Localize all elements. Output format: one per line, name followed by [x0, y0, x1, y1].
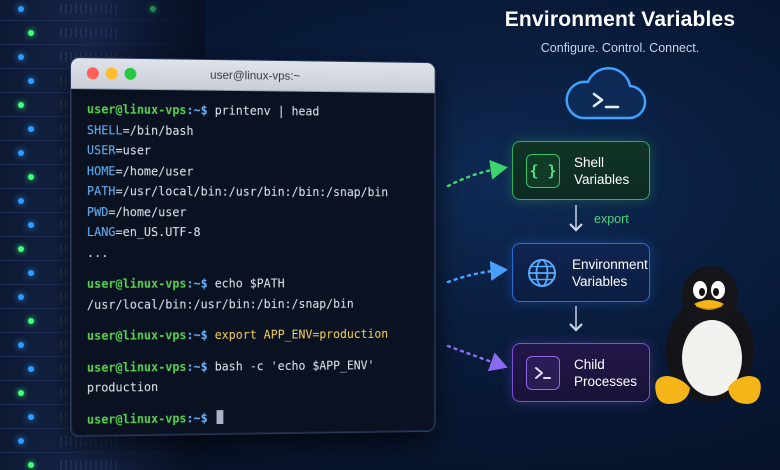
terminal-prompt-line: user@linux-vps:~$ — [87, 405, 435, 430]
header: Environment Variables Configure. Control… — [470, 5, 770, 55]
prompt-path: :~$ — [186, 276, 208, 291]
child-card-line1: Child — [574, 356, 605, 372]
prompt-path: :~$ — [186, 359, 208, 374]
prompt-user: user@linux-vps — [86, 411, 187, 427]
page-subtitle: Configure. Control. Connect. — [540, 41, 700, 55]
prompt-user: user@linux-vps — [86, 102, 187, 118]
terminal-title: user@linux-vps:~ — [210, 67, 301, 83]
terminal-window: user@linux-vps:~ user@linux-vps:~$ print… — [70, 57, 436, 437]
export-label: export — [594, 212, 629, 226]
env-variable-line: USER=user — [87, 140, 435, 163]
env-variable-line: HOME=/home/user — [87, 161, 435, 183]
terminal-output[interactable]: user@linux-vps:~$ printenv | head SHELL=/… — [71, 89, 435, 430]
environment-variables-card: Environment Variables — [512, 243, 650, 302]
connector-shell — [446, 159, 508, 188]
connector-child — [446, 344, 508, 372]
env-variable-line: SHELL=/bin/bash — [87, 120, 435, 143]
terminal-title-bar: user@linux-vps:~ — [70, 58, 435, 94]
terminal-command: printenv | head — [207, 103, 320, 119]
prompt-path: :~$ — [186, 328, 208, 343]
terminal-command: export APP_ENV=production — [207, 327, 389, 343]
terminal-prompt-icon — [526, 355, 560, 390]
prompt-user: user@linux-vps — [86, 359, 187, 375]
terminal-command: echo $PATH — [207, 276, 285, 291]
child-processes-card: Child Processes — [512, 343, 650, 402]
child-card-line2: Processes — [574, 373, 638, 389]
shell-variables-card: { } Shell Variables — [512, 141, 650, 200]
cloud-terminal-icon — [565, 66, 647, 120]
variable-value: =/home/user — [115, 163, 194, 179]
variable-name: LANG — [86, 225, 116, 240]
variable-value: =user — [115, 143, 152, 158]
text-cursor — [216, 409, 224, 424]
terminal-command — [208, 411, 215, 425]
terminal-prompt-line: user@linux-vps:~$ export APP_ENV=product… — [87, 324, 435, 347]
env-variable-line: PATH=/usr/local/bin:/usr/bin:/bin:/snap/… — [87, 181, 435, 203]
variable-value: =/usr/local/bin:/usr/bin:/bin:/snap/bin — [115, 184, 389, 200]
variable-name: PATH — [86, 184, 116, 199]
terminal-output-line: /usr/local/bin:/usr/bin:/bin:/snap/bin — [86, 296, 354, 312]
page-title: Environment Variables — [504, 8, 736, 31]
terminal-command: bash -c 'echo $APP_ENV' — [207, 357, 375, 374]
env-card-line2: Variables — [572, 273, 628, 289]
terminal-prompt-line: user@linux-vps:~$ echo $PATH — [87, 273, 435, 294]
variable-name: PWD — [86, 204, 109, 219]
shell-card-line1: Shell — [574, 154, 605, 170]
env-card-line1: Environment — [572, 256, 648, 272]
env-variable-line: PWD=/home/user — [87, 202, 435, 223]
globe-icon — [526, 257, 558, 289]
prompt-user: user@linux-vps — [86, 328, 187, 343]
variable-name: HOME — [86, 163, 116, 178]
env-variable-line: LANG=en_US.UTF-8 — [87, 222, 435, 243]
prompt-path: :~$ — [186, 103, 208, 118]
variable-value: =/bin/bash — [122, 122, 194, 138]
variable-value: =en_US.UTF-8 — [115, 225, 201, 240]
variable-name: SHELL — [86, 122, 123, 137]
terminal-output-line: ... — [86, 245, 109, 260]
connector-env — [446, 260, 508, 284]
braces-icon: { } — [526, 153, 560, 188]
terminal-prompt-line: user@linux-vps:~$ printenv | head — [87, 99, 435, 123]
prompt-path: :~$ — [186, 410, 208, 425]
variable-name: USER — [86, 143, 116, 158]
variable-value: =/home/user — [108, 204, 187, 219]
tux-penguin-mascot — [655, 266, 761, 404]
shell-card-line2: Variables — [574, 171, 630, 187]
prompt-user: user@linux-vps — [86, 276, 187, 291]
